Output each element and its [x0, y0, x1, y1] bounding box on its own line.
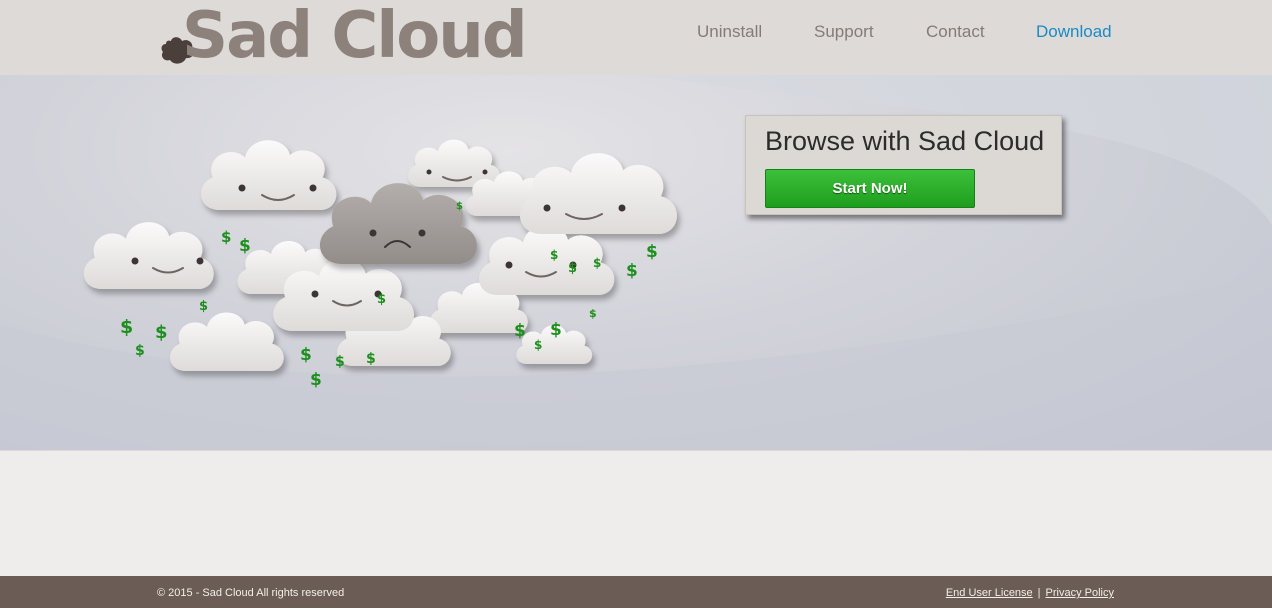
site-header: Sad Cloud Uninstall Support Contact Down… — [0, 0, 1272, 75]
nav-uninstall[interactable]: Uninstall — [697, 22, 762, 44]
dollar-sign: $ — [456, 201, 463, 212]
start-now-button[interactable]: Start Now! — [765, 169, 975, 208]
dollar-sign: $ — [120, 316, 133, 338]
privacy-policy-link[interactable]: Privacy Policy — [1046, 587, 1114, 599]
site-footer: © 2015 - Sad Cloud All rights reserved E… — [0, 576, 1272, 608]
dollar-sign: $ — [593, 256, 601, 270]
dollar-sign: $ — [199, 299, 208, 314]
dollar-sign: $ — [300, 345, 312, 365]
dollar-sign: $ — [310, 370, 322, 390]
dollar-sign: $ — [135, 343, 145, 359]
logo[interactable]: Sad Cloud — [160, 0, 528, 73]
dollar-sign: $ — [221, 228, 231, 246]
dollar-sign: $ — [534, 338, 542, 352]
nav-contact[interactable]: Contact — [926, 22, 985, 44]
dollar-sign: $ — [626, 261, 638, 281]
content-area — [0, 450, 1272, 576]
dollar-sign: $ — [589, 307, 597, 320]
nav-download[interactable]: Download — [1036, 22, 1112, 44]
dollar-sign: $ — [335, 354, 345, 370]
hero-banner: $ $ $ $ $ $ $ $ $ $ $ $ $ $ $ $ $ $ $ $ … — [0, 75, 1272, 450]
dollar-sign: $ — [377, 292, 386, 307]
dollar-sign: $ — [155, 322, 168, 343]
dollar-sign: $ — [568, 261, 577, 276]
cta-panel: Browse with Sad Cloud Start Now! — [745, 115, 1062, 215]
footer-links: End User License | Privacy Policy — [946, 587, 1114, 599]
cta-title: Browse with Sad Cloud — [765, 126, 1045, 156]
dollar-sign: $ — [239, 236, 251, 256]
copyright-text: © 2015 - Sad Cloud All rights reserved — [157, 587, 345, 599]
end-user-license-link[interactable]: End User License — [946, 587, 1033, 599]
dollar-sign: $ — [366, 351, 376, 367]
dollar-sign: $ — [550, 320, 562, 340]
nav-support[interactable]: Support — [814, 22, 874, 44]
dollar-sign: $ — [646, 242, 658, 262]
dollar-sign: $ — [514, 321, 526, 341]
sad-cloud-illustration: $ $ $ $ $ $ $ $ $ $ $ $ $ $ $ $ $ $ $ $ … — [0, 75, 1272, 450]
dollar-sign: $ — [550, 248, 558, 262]
footer-separator: | — [1037, 587, 1041, 599]
logo-text: Sad Cloud — [182, 0, 528, 73]
